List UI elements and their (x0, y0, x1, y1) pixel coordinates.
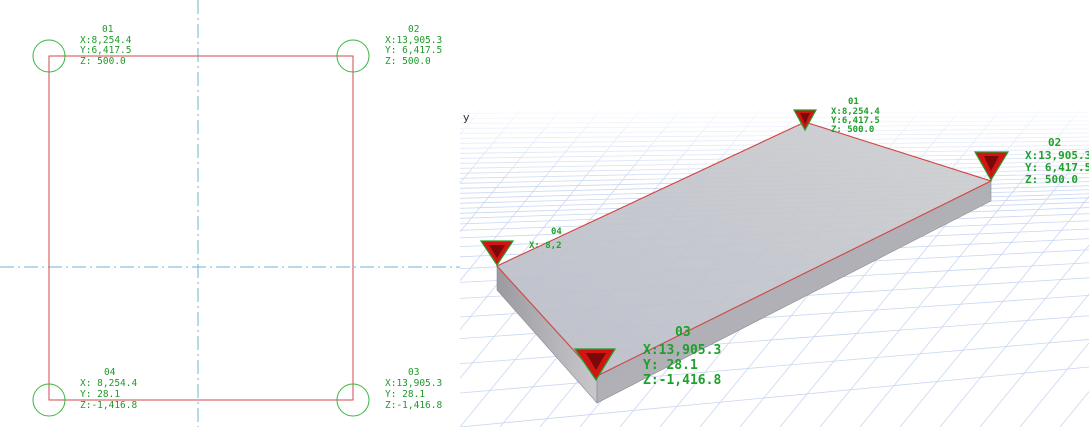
point-label-03: 03 X:13,905.3 Y: 28.1 Z:-1,416.8 (385, 367, 442, 411)
point-id: 02 (1048, 136, 1061, 149)
point-z: Z:-1,416.8 (385, 400, 442, 411)
point-x: X: 8,254.4 (80, 378, 137, 389)
perspective-label-01: 01 X:8,254.4 Y:6,417.5 Z: 500.0 (831, 97, 880, 135)
point-y: Y: 6,417.5 (385, 45, 442, 56)
point-x: X:13,905.3 (643, 343, 721, 358)
point-z: Z: 500.0 (80, 56, 126, 67)
point-x: X: 8,2 (529, 241, 562, 251)
point-id: 04 (551, 227, 562, 237)
point-id: 03 (675, 325, 691, 340)
point-label-01: 01 X:8,254.4 Y:6,417.5 Z: 500.0 (80, 24, 132, 67)
point-id: 03 (408, 367, 419, 378)
perspective-view-canvas[interactable]: y 01 X:8,254.4 Y:6,417.5 Z: 500.0 02 X:1… (460, 0, 1089, 427)
point-y: Y: 28.1 (643, 358, 698, 373)
point-z: Z: 500.0 (831, 125, 874, 135)
point-y: Y:6,417.5 (80, 45, 131, 56)
plan-view-panel[interactable]: 01 X:8,254.4 Y:6,417.5 Z: 500.0 02 X:13,… (0, 0, 460, 427)
point-z: Z: 500.0 (385, 56, 431, 67)
point-label-02: 02 X:13,905.3 Y: 6,417.5 Z: 500.0 (385, 24, 442, 67)
perspective-view-panel[interactable]: y 01 X:8,254.4 Y:6,417.5 Z: 500.0 02 X:1… (460, 0, 1089, 427)
point-x: X:13,905.3 (385, 378, 442, 389)
point-id: 04 (104, 367, 116, 378)
point-id: 02 (408, 24, 419, 35)
point-id: 01 (102, 24, 114, 35)
point-z: Z:-1,416.8 (643, 373, 721, 388)
point-label-04: 04 X: 8,254.4 Y: 28.1 Z:-1,416.8 (80, 367, 137, 411)
point-y: Y: 28.1 (80, 389, 120, 400)
axis-label-y: y (463, 111, 470, 124)
slab-outline[interactable] (48, 55, 354, 401)
point-y: Y: 28.1 (385, 389, 425, 400)
point-z: Z:-1,416.8 (80, 400, 137, 411)
point-z: Z: 500.0 (1025, 173, 1078, 186)
point-id: 01 (848, 97, 859, 107)
plan-view-canvas[interactable]: 01 X:8,254.4 Y:6,417.5 Z: 500.0 02 X:13,… (0, 0, 460, 427)
